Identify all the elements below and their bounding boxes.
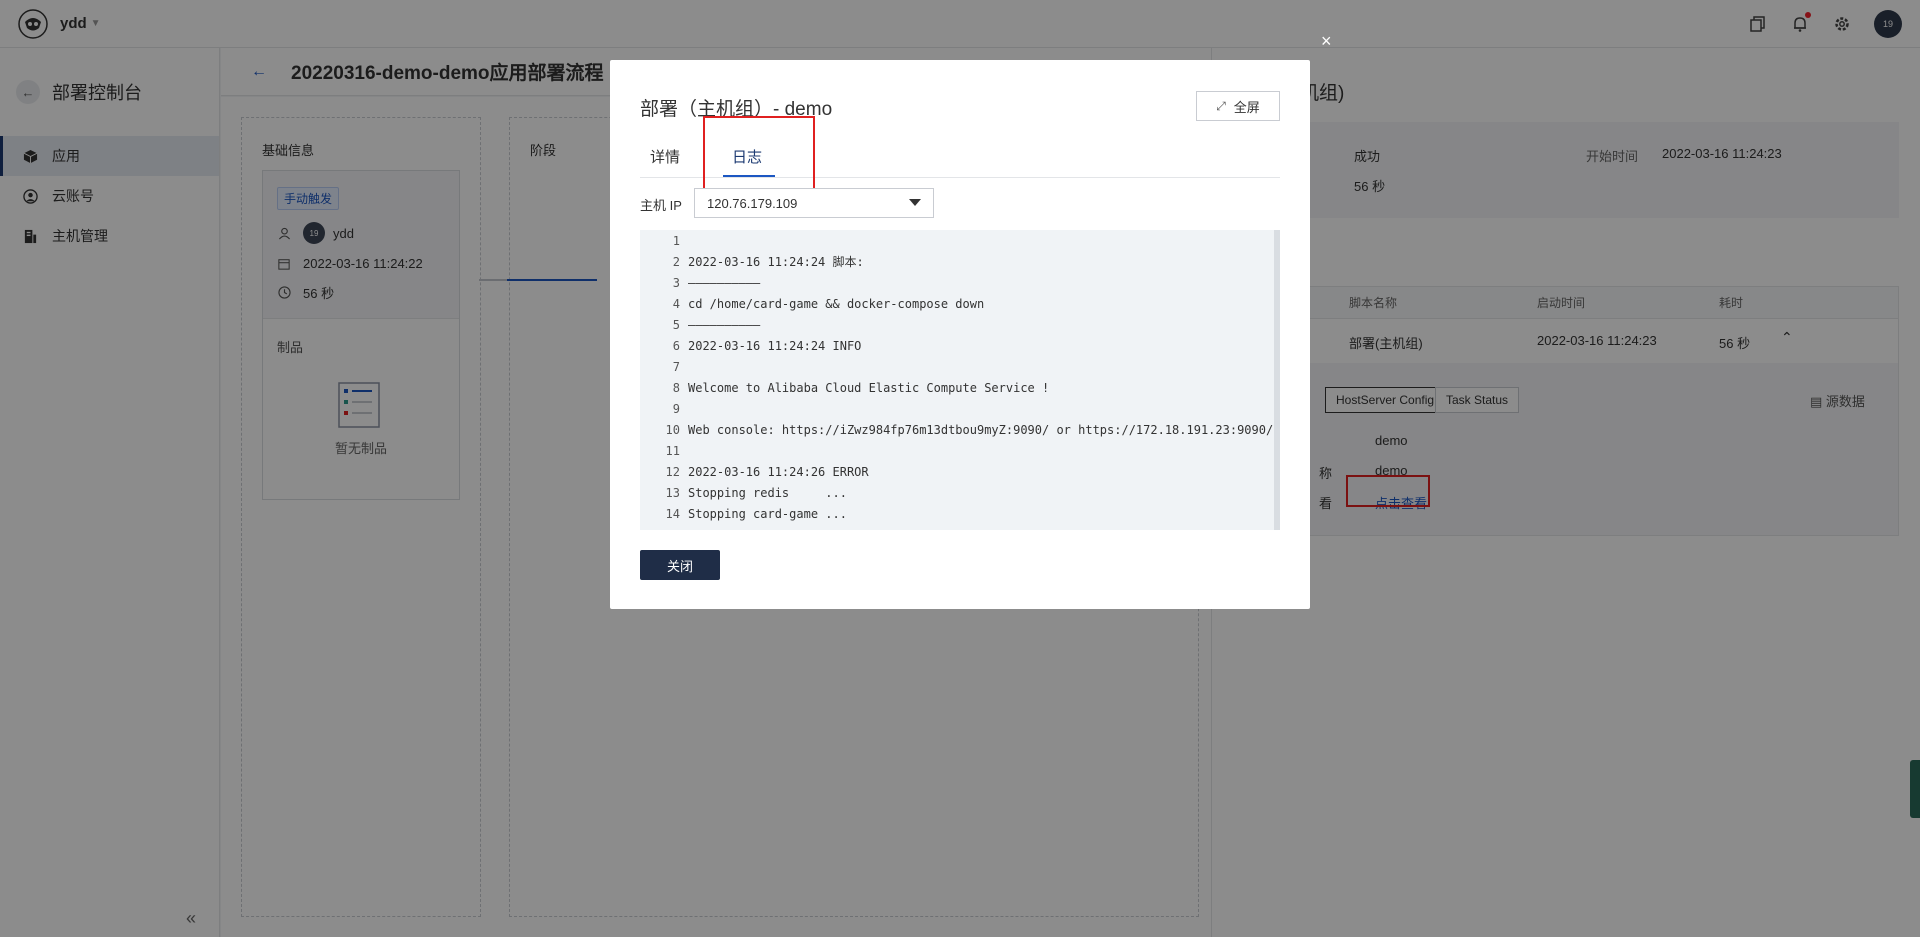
close-icon[interactable]: × bbox=[1321, 31, 1332, 52]
line-number: 6 bbox=[672, 339, 680, 353]
log-text: Stopping redis ... bbox=[688, 486, 847, 500]
line-number: 10 bbox=[665, 423, 680, 437]
log-line: 14 Stopping card-game ... bbox=[640, 504, 1274, 525]
line-number: 3 bbox=[672, 276, 680, 290]
line-number: 1 bbox=[672, 234, 680, 248]
highlight-box bbox=[703, 116, 815, 190]
line-number: 13 bbox=[665, 486, 680, 500]
host-ip-value: 120.76.179.109 bbox=[707, 195, 798, 211]
fullscreen-label: 全屏 bbox=[1233, 99, 1260, 115]
line-number: 7 bbox=[672, 360, 680, 374]
log-line: 13 Stopping redis ... bbox=[640, 483, 1274, 504]
host-ip-select[interactable]: 120.76.179.109 bbox=[694, 188, 934, 218]
log-line: 6 2022-03-16 11:24:24 INFO bbox=[640, 336, 1274, 357]
line-number: 2 bbox=[672, 255, 680, 269]
log-modal: 部署（主机组）- demo ⤢ 全屏 详情 日志 主机 IP 120.76.17… bbox=[610, 60, 1310, 609]
close-button[interactable]: 关闭 bbox=[640, 550, 720, 580]
log-line: 5 —————————— bbox=[640, 315, 1274, 336]
log-line: 11 bbox=[640, 441, 1274, 462]
log-text: Stopping card-game ... bbox=[688, 507, 847, 521]
log-text: 2022-03-16 11:24:26 ERROR bbox=[688, 465, 869, 479]
log-text: —————————— bbox=[688, 276, 761, 290]
tab-details[interactable]: 详情 bbox=[650, 146, 680, 167]
log-line: 12 2022-03-16 11:24:26 ERROR bbox=[640, 462, 1274, 483]
log-text: —————————— bbox=[688, 318, 761, 332]
line-number: 12 bbox=[665, 465, 680, 479]
scrollbar[interactable] bbox=[1274, 230, 1280, 530]
line-number: 4 bbox=[672, 297, 680, 311]
line-number: 8 bbox=[672, 381, 680, 395]
log-text: Welcome to Alibaba Cloud Elastic Compute… bbox=[688, 381, 1050, 395]
log-viewer[interactable]: 1 2 2022-03-16 11:24:24 脚本: 3 —————————— 4 cd … bbox=[640, 230, 1280, 530]
caret-down-icon bbox=[909, 199, 921, 206]
log-text: cd /home/card-game && docker-compose dow… bbox=[688, 297, 985, 311]
log-text: Web console: https://iZwz984fp76m13dtbou… bbox=[688, 423, 1274, 437]
expand-icon: ⤢ bbox=[1216, 98, 1226, 113]
log-line: 7 bbox=[640, 357, 1274, 378]
line-number: 14 bbox=[665, 507, 680, 521]
line-number: 11 bbox=[665, 444, 680, 458]
log-line: 9 bbox=[640, 399, 1274, 420]
log-line: 2 2022-03-16 11:24:24 脚本: bbox=[640, 252, 1274, 273]
log-text: 2022-03-16 11:24:24 脚本: bbox=[688, 255, 864, 269]
log-line: 10 Web console: https://iZwz984fp76m13dtb… bbox=[640, 420, 1274, 441]
line-number: 5 bbox=[672, 318, 680, 332]
log-text: 2022-03-16 11:24:24 INFO bbox=[688, 339, 862, 353]
line-number: 9 bbox=[672, 402, 680, 416]
log-line: 1 bbox=[640, 231, 1274, 252]
log-line: 3 —————————— bbox=[640, 273, 1274, 294]
log-line: 8 Welcome to Alibaba Cloud Elastic Comput… bbox=[640, 378, 1274, 399]
host-ip-label: 主机 IP bbox=[640, 198, 682, 213]
log-line: 4 cd /home/card-game && docker-compose do… bbox=[640, 294, 1274, 315]
fullscreen-button[interactable]: ⤢ 全屏 bbox=[1196, 91, 1280, 121]
